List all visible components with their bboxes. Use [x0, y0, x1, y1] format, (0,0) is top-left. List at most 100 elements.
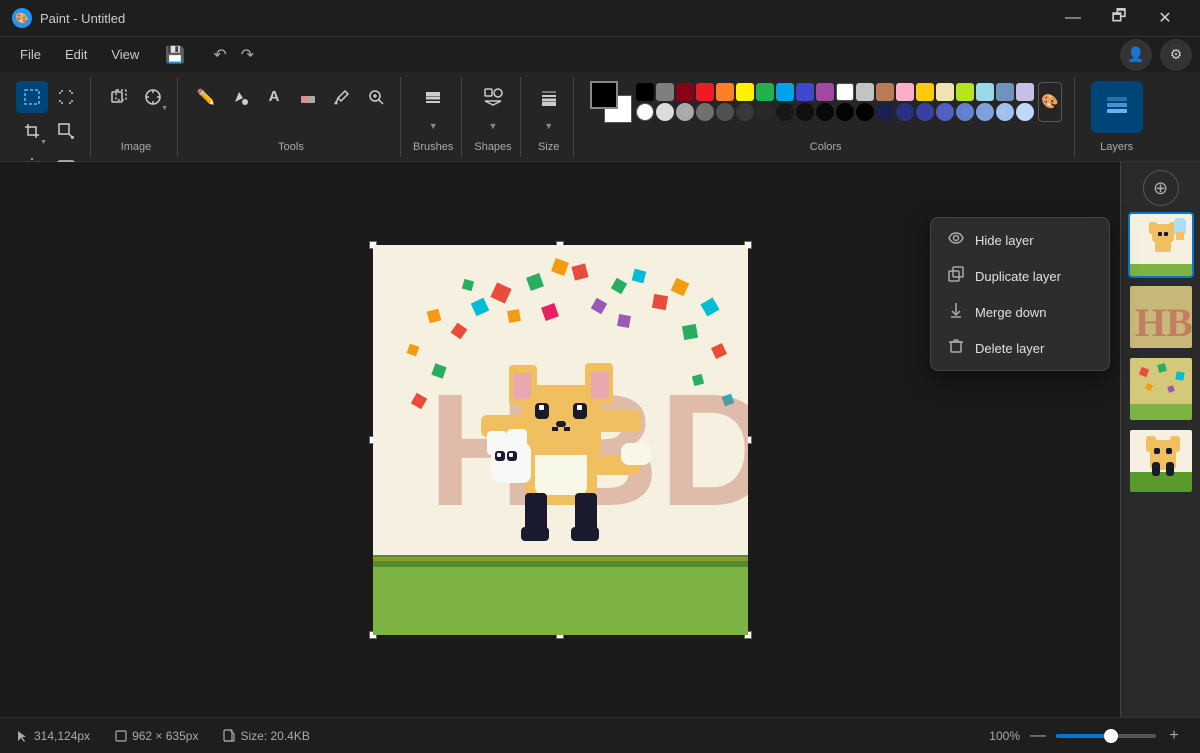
color-swatch-circle[interactable] — [936, 103, 954, 121]
menu-edit[interactable]: Edit — [53, 43, 99, 66]
hide-layer-item[interactable]: Hide layer — [931, 222, 1109, 258]
merge-down-item[interactable]: Merge down — [931, 294, 1109, 330]
duplicate-layer-item[interactable]: Duplicate layer — [931, 258, 1109, 294]
delete-layer-item[interactable]: Delete layer — [931, 330, 1109, 366]
color-swatch[interactable] — [676, 83, 694, 101]
color-swatch-circle[interactable] — [856, 103, 874, 121]
minimize-button[interactable]: — — [1050, 0, 1096, 36]
colors-label: Colors — [810, 141, 842, 153]
tools-group: ✏️ A — [182, 77, 401, 157]
size-tools — [533, 81, 565, 113]
file-size: Size: 20.4KB — [222, 729, 309, 743]
color-swatch-circle[interactable] — [996, 103, 1014, 121]
color-swatch-circle[interactable] — [716, 103, 734, 121]
brush-stroke-tool[interactable] — [417, 81, 449, 113]
zoom-out-button[interactable]: — — [1028, 726, 1048, 746]
color-swatch-circle[interactable] — [636, 103, 654, 121]
color-swatch[interactable] — [736, 83, 754, 101]
size-picker-tool[interactable] — [533, 81, 565, 113]
selection-rect-tool[interactable] — [16, 81, 48, 113]
zoom-tool[interactable] — [360, 81, 392, 113]
color-selector[interactable] — [590, 81, 632, 123]
edit-colors-button[interactable]: 🎨 — [1038, 82, 1062, 122]
color-swatch[interactable] — [936, 83, 954, 101]
svg-text:HBD: HBD — [1135, 300, 1194, 345]
color-swatch-circle[interactable] — [836, 103, 854, 121]
selection-free-tool[interactable] — [50, 81, 82, 113]
pencil-tool[interactable]: ✏️ — [190, 81, 222, 113]
color-swatch-circle[interactable] — [756, 103, 774, 121]
zoom-thumb[interactable] — [1104, 729, 1118, 743]
color-swatch-circle[interactable] — [696, 103, 714, 121]
eyedropper-tool[interactable] — [326, 81, 358, 113]
menu-bar: File Edit View 💾 ↶ ↷ 👤 ⚙ — [0, 36, 1200, 72]
save-button[interactable]: 💾 — [159, 39, 191, 71]
color-swatch[interactable] — [816, 83, 834, 101]
color-swatch-circle[interactable] — [676, 103, 694, 121]
color-swatch[interactable] — [956, 83, 974, 101]
color-row-1 — [636, 83, 1034, 101]
color-swatch-circle[interactable] — [976, 103, 994, 121]
image-resize-tool[interactable] — [103, 81, 135, 113]
color-swatch-circle[interactable] — [776, 103, 794, 121]
color-swatch-circle[interactable] — [916, 103, 934, 121]
layers-panel-button[interactable] — [1091, 81, 1143, 133]
shapes-tool[interactable] — [477, 81, 509, 113]
color-swatch[interactable] — [656, 83, 674, 101]
color-swatch[interactable] — [1016, 83, 1034, 101]
color-swatch-circle[interactable] — [796, 103, 814, 121]
layer-item-1[interactable] — [1128, 212, 1194, 278]
layer-item-2[interactable]: HBD — [1128, 284, 1194, 350]
duplicate-layer-label: Duplicate layer — [975, 269, 1061, 284]
layer-item-4[interactable] — [1128, 428, 1194, 494]
fill-tool[interactable] — [224, 81, 256, 113]
text-tool[interactable]: A — [258, 81, 290, 113]
maximize-button[interactable]: 🗗 — [1096, 0, 1142, 36]
foreground-color[interactable] — [590, 81, 618, 109]
menu-file[interactable]: File — [8, 43, 53, 66]
brushes-label: Brushes — [413, 141, 453, 153]
hide-layer-label: Hide layer — [975, 233, 1034, 248]
color-swatch[interactable] — [976, 83, 994, 101]
image-crop-tool[interactable]: ▼ — [137, 81, 169, 113]
menu-view[interactable]: View — [99, 43, 151, 66]
color-swatch-circle[interactable] — [736, 103, 754, 121]
color-swatch[interactable] — [696, 83, 714, 101]
filesize-icon — [222, 729, 236, 743]
eraser-tool[interactable] — [292, 81, 324, 113]
color-swatch-circle[interactable] — [1016, 103, 1034, 121]
color-swatch[interactable] — [916, 83, 934, 101]
selection-crop-tool[interactable]: ▼ — [16, 115, 48, 147]
selection-resize-tool[interactable] — [50, 115, 82, 147]
color-swatch-circle[interactable] — [956, 103, 974, 121]
toolbar: ▼ ▼ — [0, 72, 1200, 162]
color-swatch[interactable] — [756, 83, 774, 101]
shapes-group: ▼ Shapes — [466, 77, 520, 157]
color-swatch-circle[interactable] — [896, 103, 914, 121]
zoom-slider[interactable] — [1056, 734, 1156, 738]
add-layer-button[interactable]: ⊕ — [1143, 170, 1179, 206]
color-swatch[interactable] — [636, 83, 654, 101]
settings-icon[interactable]: ⚙ — [1160, 39, 1192, 71]
merge-down-label: Merge down — [975, 305, 1047, 320]
layer-item-3[interactable] — [1128, 356, 1194, 422]
color-swatch[interactable] — [856, 83, 874, 101]
color-swatch-circle[interactable] — [816, 103, 834, 121]
color-swatch[interactable] — [876, 83, 894, 101]
color-swatch[interactable] — [836, 83, 854, 101]
profile-icon[interactable]: 👤 — [1120, 39, 1152, 71]
selection-group: ▼ ▼ — [8, 77, 91, 157]
color-swatch[interactable] — [996, 83, 1014, 101]
redo-button[interactable]: ↷ — [235, 43, 260, 67]
color-swatch-circle[interactable] — [876, 103, 894, 121]
undo-redo-group: ↶ ↷ — [207, 43, 260, 67]
canvas-image[interactable]: HBD — [373, 245, 748, 635]
color-swatch-circle[interactable] — [656, 103, 674, 121]
undo-button[interactable]: ↶ — [207, 43, 232, 67]
close-button[interactable]: ✕ — [1142, 0, 1188, 36]
color-swatch[interactable] — [716, 83, 734, 101]
color-swatch[interactable] — [776, 83, 794, 101]
color-swatch[interactable] — [896, 83, 914, 101]
color-swatch[interactable] — [796, 83, 814, 101]
zoom-in-button[interactable]: + — [1164, 726, 1184, 746]
